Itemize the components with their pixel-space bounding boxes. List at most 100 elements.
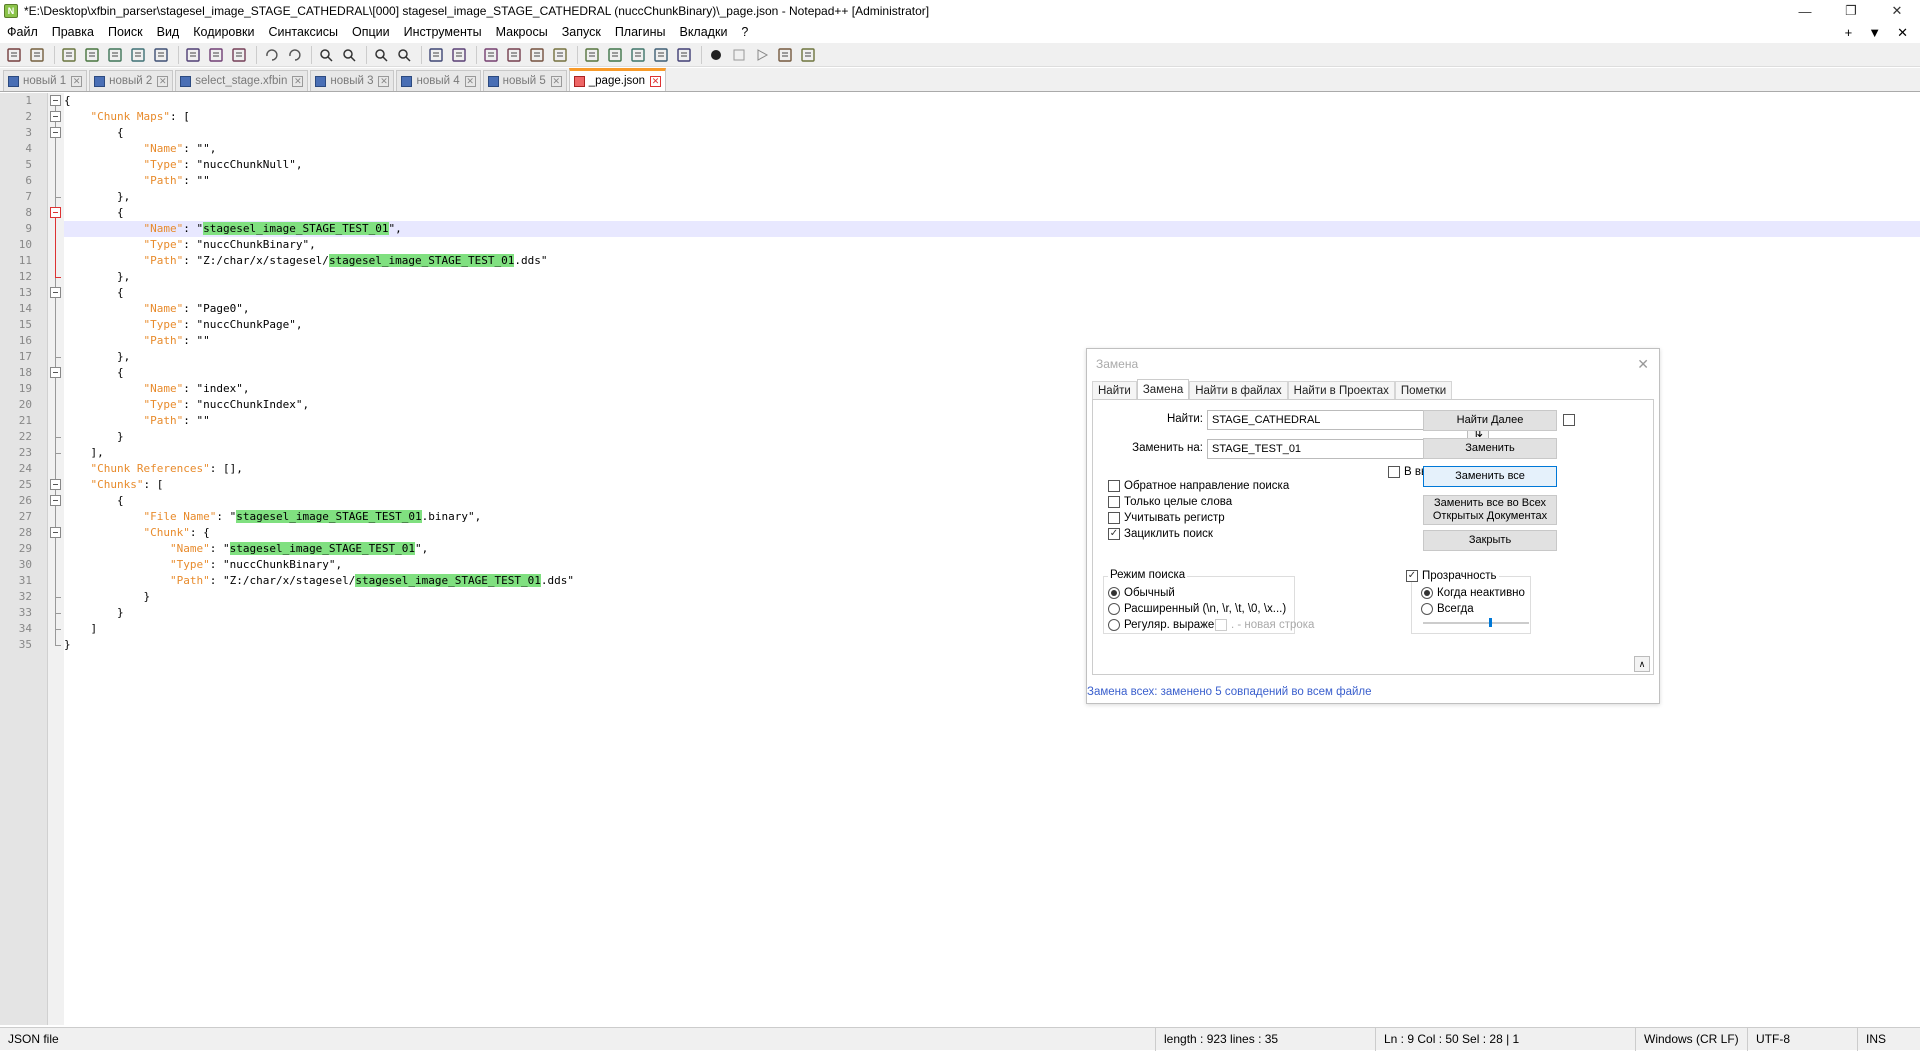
fold-toggle-icon[interactable] [50, 207, 61, 218]
dialog-close-icon[interactable]: ✕ [1637, 349, 1649, 379]
menu-language[interactable]: Синтаксисы [261, 22, 345, 43]
fold-toggle-icon[interactable] [50, 95, 61, 106]
menu-view[interactable]: Вид [150, 22, 187, 43]
replace-all-button[interactable]: Заменить все [1423, 466, 1557, 487]
sync-vertical-icon[interactable] [426, 45, 446, 65]
word-wrap-icon[interactable] [481, 45, 501, 65]
tab-close-icon[interactable]: ✕ [71, 75, 83, 87]
find-next-button[interactable]: Найти Далее [1423, 410, 1557, 431]
mode-normal-radio[interactable]: Обычный [1108, 587, 1175, 599]
menu-search[interactable]: Поиск [101, 22, 150, 43]
close-window-button[interactable]: ✕ [1874, 0, 1920, 22]
fold-toggle-icon[interactable] [50, 287, 61, 298]
xml-tag-icon[interactable] [550, 45, 570, 65]
find-icon[interactable] [316, 45, 336, 65]
menu-tools[interactable]: Инструменты [397, 22, 489, 43]
code-line[interactable]: "Chunk Maps": [ [64, 109, 1920, 125]
tab-close-icon[interactable]: ✕ [550, 75, 562, 87]
menu-window[interactable]: Вкладки [672, 22, 734, 43]
print-icon[interactable] [151, 45, 171, 65]
minimize-button[interactable]: — [1782, 0, 1828, 22]
zoom-out-icon[interactable] [394, 45, 414, 65]
menu-help[interactable]: ? [734, 22, 755, 43]
code-line[interactable]: }, [64, 269, 1920, 285]
file-tab[interactable]: новый 5 ✕ [482, 70, 567, 91]
fold-toggle-icon[interactable] [50, 479, 61, 490]
copy-icon[interactable] [206, 45, 226, 65]
menu-run[interactable]: Запуск [555, 22, 608, 43]
transparency-slider[interactable] [1423, 622, 1529, 624]
search-option-checkbox[interactable]: ✓ Зациклить поиск [1108, 528, 1213, 540]
tab-replace[interactable]: Замена [1136, 379, 1190, 399]
search-option-checkbox[interactable]: Только целые слова [1108, 496, 1232, 508]
sync-horizontal-icon[interactable] [449, 45, 469, 65]
code-line[interactable]: "Name": "Page0", [64, 301, 1920, 317]
doc-map-icon[interactable] [582, 45, 602, 65]
replace-button[interactable]: Заменить [1423, 438, 1557, 459]
code-line[interactable]: "Type": "nuccChunkPage", [64, 317, 1920, 333]
fold-toggle-icon[interactable] [50, 527, 61, 538]
new-tab-plus-icon[interactable]: + [1845, 25, 1853, 41]
tab-list-dropdown-icon[interactable]: ▼ [1868, 25, 1881, 41]
regex-newline-checkbox[interactable]: . - новая строка [1215, 619, 1314, 631]
fold-toggle-icon[interactable] [50, 495, 61, 506]
code-line[interactable]: "Name": "stagesel_image_STAGE_TEST_01", [64, 221, 1920, 237]
zoom-in-icon[interactable] [371, 45, 391, 65]
menu-settings[interactable]: Опции [345, 22, 397, 43]
tab-mark[interactable]: Пометки [1394, 381, 1453, 399]
code-line[interactable]: { [64, 285, 1920, 301]
mode-regex-radio[interactable]: Регуляр. выражен. [1108, 619, 1224, 631]
menu-macro[interactable]: Макросы [489, 22, 555, 43]
stop-record-icon[interactable] [729, 45, 749, 65]
function-list-icon[interactable] [628, 45, 648, 65]
find-next-option-checkbox[interactable] [1563, 414, 1579, 426]
new-file-icon[interactable] [4, 45, 24, 65]
file-tab[interactable]: новый 3 ✕ [310, 70, 395, 91]
file-tab[interactable]: новый 4 ✕ [396, 70, 481, 91]
save-all-icon[interactable] [82, 45, 102, 65]
restore-button[interactable]: ❐ [1828, 0, 1874, 22]
code-line[interactable]: "Type": "nuccChunkNull", [64, 157, 1920, 173]
redo-icon[interactable] [284, 45, 304, 65]
tab-close-icon[interactable]: ✕ [464, 75, 476, 87]
close-button[interactable]: Закрыть [1423, 530, 1557, 551]
fold-toggle-icon[interactable] [50, 367, 61, 378]
menu-file[interactable]: Файл [0, 22, 45, 43]
code-line[interactable]: { [64, 125, 1920, 141]
transparency-inactive-radio[interactable]: Когда неактивно [1421, 587, 1525, 599]
code-line[interactable]: "Name": "", [64, 141, 1920, 157]
transparency-slider-thumb[interactable] [1489, 618, 1492, 627]
code-line[interactable]: "Type": "nuccChunkBinary", [64, 237, 1920, 253]
tab-find[interactable]: Найти [1092, 381, 1137, 399]
code-line[interactable]: "Path": "" [64, 173, 1920, 189]
search-option-checkbox[interactable]: Обратное направление поиска [1108, 480, 1289, 492]
cut-icon[interactable] [183, 45, 203, 65]
menu-encoding[interactable]: Кодировки [186, 22, 261, 43]
save-icon[interactable] [59, 45, 79, 65]
monitor-icon[interactable] [674, 45, 694, 65]
folder-workspace-icon[interactable] [651, 45, 671, 65]
record-macro-icon[interactable] [706, 45, 726, 65]
code-line[interactable]: }, [64, 189, 1920, 205]
paste-icon[interactable] [229, 45, 249, 65]
open-file-icon[interactable] [27, 45, 47, 65]
tab-close-icon[interactable]: ✕ [650, 75, 662, 87]
tab-close-icon[interactable]: ✕ [157, 75, 169, 87]
play-macro-icon[interactable] [752, 45, 772, 65]
indent-guide-icon[interactable] [527, 45, 547, 65]
search-option-checkbox[interactable]: Учитывать регистр [1108, 512, 1225, 524]
run-macro-multiple-icon[interactable] [775, 45, 795, 65]
show-all-chars-icon[interactable] [504, 45, 524, 65]
close-icon[interactable] [105, 45, 125, 65]
collapse-up-button[interactable]: ∧ [1634, 656, 1650, 672]
close-all-icon[interactable] [128, 45, 148, 65]
code-line[interactable]: "Path": "" [64, 333, 1920, 349]
doc-list-icon[interactable] [605, 45, 625, 65]
close-doc-icon[interactable]: ✕ [1897, 25, 1908, 41]
replace-icon[interactable] [339, 45, 359, 65]
tab-close-icon[interactable]: ✕ [292, 75, 304, 87]
file-tab[interactable]: новый 2 ✕ [89, 70, 174, 91]
tab-find-in-files[interactable]: Найти в файлах [1189, 381, 1288, 399]
save-macro-icon[interactable] [798, 45, 818, 65]
menu-edit[interactable]: Правка [45, 22, 101, 43]
